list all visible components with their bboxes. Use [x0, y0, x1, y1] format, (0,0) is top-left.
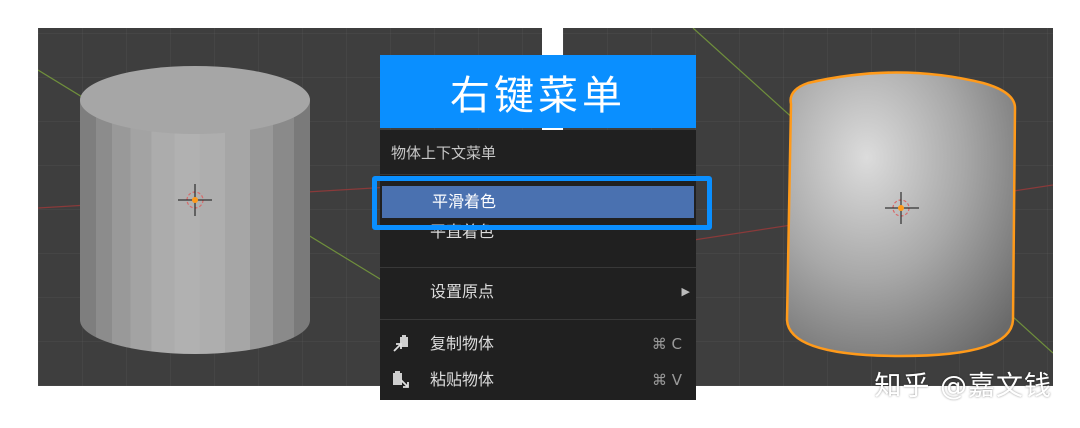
- menu-item-label: 设置原点: [430, 282, 495, 301]
- watermark: 知乎 @嘉文钱: [874, 371, 1052, 402]
- menu-item-set-origin[interactable]: 设置原点 ▶: [380, 276, 696, 308]
- menu-separator: [380, 267, 696, 268]
- right-click-menu-banner: 右键菜单: [380, 55, 696, 128]
- menu-item-paste-objects[interactable]: 粘贴物体 ⌘ V: [380, 364, 696, 396]
- submenu-arrow-icon: ▶: [681, 285, 690, 298]
- shortcut-label: ⌘ C: [651, 335, 682, 353]
- smooth-cylinder[interactable]: [752, 71, 1017, 374]
- shortcut-label: ⌘ V: [651, 371, 682, 389]
- menu-item-label: 粘贴物体: [430, 370, 495, 389]
- menu-item-copy-objects[interactable]: 复制物体 ⌘ C: [380, 328, 696, 360]
- menu-item-label: 复制物体: [430, 334, 495, 353]
- context-menu-title: 物体上下文菜单: [391, 144, 497, 162]
- banner-title: 右键菜单: [450, 72, 626, 119]
- paste-objects-icon: [393, 371, 409, 388]
- menu-separator: [380, 174, 696, 175]
- menu-separator: [380, 319, 696, 320]
- copy-objects-icon: [393, 335, 408, 352]
- object-context-menu: 物体上下文菜单 平滑着色 平直着色 设置原点 ▶ 复制物体 ⌘ C 粘贴物体 ⌘…: [380, 130, 696, 400]
- highlight-frame: [372, 176, 712, 230]
